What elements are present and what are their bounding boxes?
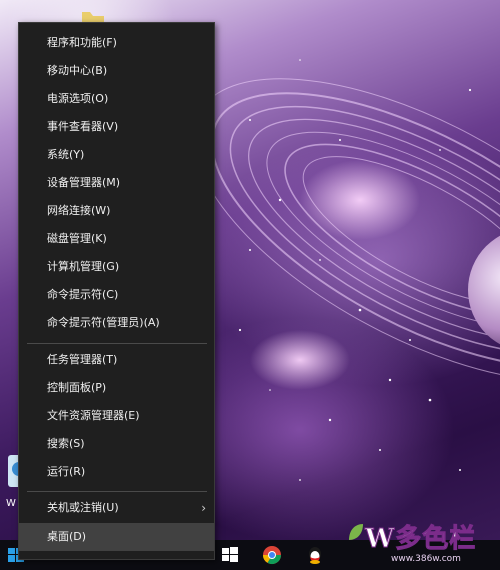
menu-item-shutdown-signout[interactable]: 关机或注销(U) › [19, 494, 214, 522]
chevron-right-icon: › [201, 501, 206, 515]
menu-item-power-options[interactable]: 电源选项(O) [19, 85, 214, 113]
menu-item-desktop[interactable]: 桌面(D) [19, 523, 214, 551]
menu-item-disk-management[interactable]: 磁盘管理(K) [19, 225, 214, 253]
menu-item-programs-features[interactable]: 程序和功能(F) [19, 29, 214, 57]
menu-item-command-prompt-admin[interactable]: 命令提示符(管理员)(A) [19, 309, 214, 337]
shutdown-label: 关机或注销(U) [47, 501, 119, 514]
menu-separator [27, 491, 207, 492]
chrome-icon[interactable] [262, 545, 282, 565]
menu-item-run[interactable]: 运行(R) [19, 458, 214, 486]
desktop-screen: W W多色栏 www.386w.com 程序和功能(F) 移动中心(B) 电源选… [0, 0, 500, 570]
menu-item-command-prompt[interactable]: 命令提示符(C) [19, 281, 214, 309]
power-user-menu: 程序和功能(F) 移动中心(B) 电源选项(O) 事件查看器(V) 系统(Y) … [18, 22, 215, 560]
menu-item-mobility-center[interactable]: 移动中心(B) [19, 57, 214, 85]
menu-item-event-viewer[interactable]: 事件查看器(V) [19, 113, 214, 141]
menu-item-device-manager[interactable]: 设备管理器(M) [19, 169, 214, 197]
menu-item-search[interactable]: 搜索(S) [19, 430, 214, 458]
watermark-text: W多色栏 [364, 524, 477, 555]
menu-item-network-connections[interactable]: 网络连接(W) [19, 197, 214, 225]
menu-item-computer-management[interactable]: 计算机管理(G) [19, 253, 214, 281]
desktop-app-label: W [6, 498, 16, 509]
menu-item-file-explorer[interactable]: 文件资源管理器(E) [19, 402, 214, 430]
site-watermark: W多色栏 www.386w.com [343, 518, 493, 568]
menu-item-task-manager[interactable]: 任务管理器(T) [19, 346, 214, 374]
qq-icon[interactable] [305, 545, 325, 565]
menu-item-system[interactable]: 系统(Y) [19, 141, 214, 169]
menu-separator [27, 343, 207, 344]
watermark-url: www.386w.com [391, 554, 461, 564]
windows-store-icon[interactable] [220, 545, 240, 565]
leaf-icon [349, 524, 363, 540]
menu-item-control-panel[interactable]: 控制面板(P) [19, 374, 214, 402]
